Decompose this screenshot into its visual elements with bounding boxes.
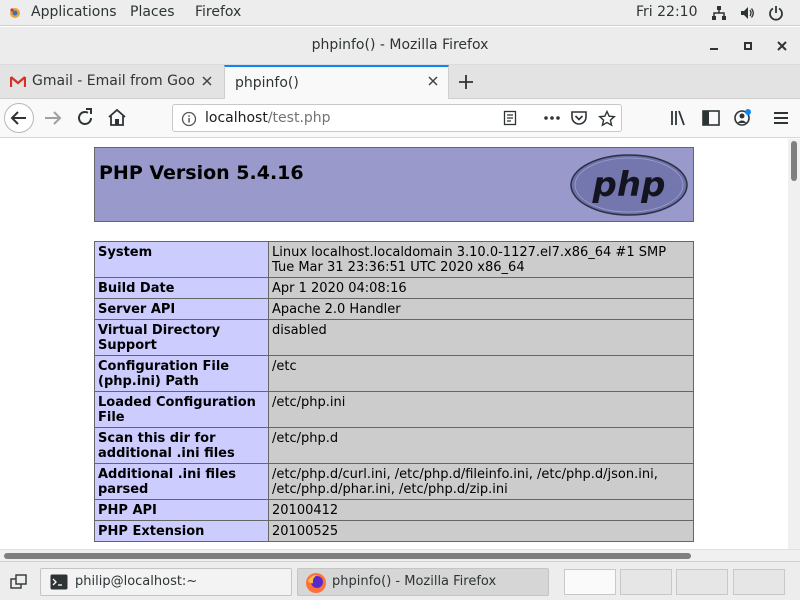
taskbar-terminal[interactable]: philip@localhost:~ <box>40 568 292 596</box>
vertical-scrollbar[interactable] <box>788 139 800 549</box>
applications-menu[interactable]: Applications <box>31 4 117 20</box>
table-row: PHP Extension 20100525 <box>94 520 694 542</box>
workspace-2[interactable] <box>620 569 672 595</box>
navigation-toolbar: localhost/test.php <box>0 99 800 138</box>
table-row: Additional .ini files parsed/etc/php.d/c… <box>94 463 694 500</box>
row-value: /etc/php.d/curl.ini, /etc/php.d/fileinfo… <box>268 463 694 500</box>
tab-strip: Gmail - Email from Google phpinfo() <box>0 65 800 99</box>
row-key: Build Date <box>94 277 269 299</box>
php-version-heading: PHP Version 5.4.16 <box>99 162 304 184</box>
php-info-table: System Linux localhost.localdomain 3.10.0… <box>94 241 694 542</box>
workspace-4[interactable] <box>733 569 785 595</box>
account-icon[interactable] <box>729 105 755 131</box>
window-title: phpinfo() - Mozilla Firefox <box>311 37 489 53</box>
gmail-icon <box>10 76 26 87</box>
php-logo-text: php <box>592 165 666 205</box>
firefox-app-menu[interactable]: Firefox <box>195 4 241 20</box>
table-row: Loaded Configuration File/etc/php.ini <box>94 391 694 428</box>
info-icon[interactable] <box>181 111 197 127</box>
maximize-icon <box>744 42 752 50</box>
gnome-top-bar: Applications Places Firefox Fri 22:10 <box>0 0 800 26</box>
table-row: Build Date Apr 1 2020 04:08:16 <box>94 277 694 299</box>
window-list-taskbar: philip@localhost:~ phpinfo() - Mozilla F… <box>0 561 800 600</box>
power-icon[interactable] <box>768 5 784 21</box>
vertical-scrollbar-thumb[interactable] <box>791 141 797 181</box>
row-key: Additional .ini files parsed <box>94 463 269 500</box>
url-bar[interactable]: localhost/test.php <box>172 104 622 132</box>
back-button[interactable] <box>4 103 34 133</box>
back-arrow-icon <box>10 111 26 125</box>
minimize-button[interactable] <box>705 37 723 55</box>
php-header: PHP Version 5.4.16 php <box>94 147 694 222</box>
window-titlebar[interactable]: phpinfo() - Mozilla Firefox <box>0 27 800 65</box>
close-tab-icon[interactable] <box>426 74 440 88</box>
workspace-1[interactable] <box>564 569 616 595</box>
row-value: /etc <box>268 355 694 392</box>
maximize-button[interactable] <box>739 37 757 55</box>
row-key: Configuration File (php.ini) Path <box>94 355 269 392</box>
url-path: /test.php <box>267 110 331 126</box>
reader-view-icon[interactable] <box>502 110 518 126</box>
row-value: 20100525 <box>268 520 694 542</box>
workspace-3[interactable] <box>676 569 728 595</box>
places-menu[interactable]: Places <box>130 4 175 20</box>
close-icon <box>777 41 787 51</box>
row-value: 20100412 <box>268 499 694 521</box>
page-actions-icon[interactable] <box>543 110 561 126</box>
row-key: PHP API <box>94 499 269 521</box>
tab-label: Gmail - Email from Google <box>32 73 194 89</box>
horizontal-scrollbar[interactable] <box>0 549 800 561</box>
library-icon[interactable] <box>666 105 692 131</box>
tab-phpinfo[interactable]: phpinfo() <box>224 65 449 99</box>
close-tab-icon[interactable] <box>200 74 214 88</box>
table-row: Server API Apache 2.0 Handler <box>94 298 694 320</box>
row-value: Apache 2.0 Handler <box>268 298 694 320</box>
table-row: Scan this dir for additional .ini files /… <box>94 427 694 464</box>
minimize-icon <box>710 48 718 50</box>
pocket-icon[interactable] <box>570 110 588 126</box>
show-desktop-icon[interactable] <box>10 574 28 590</box>
terminal-icon <box>50 574 68 590</box>
page-content[interactable]: PHP Version 5.4.16 php System Linux local… <box>0 139 788 549</box>
taskbar-terminal-label: philip@localhost:~ <box>75 574 198 589</box>
close-window-button[interactable] <box>773 37 791 55</box>
home-button[interactable] <box>104 105 130 131</box>
php-logo: php <box>570 154 688 216</box>
url-text[interactable]: localhost/test.php <box>205 110 331 126</box>
row-value: Apr 1 2020 04:08:16 <box>268 277 694 299</box>
taskbar-firefox-label: phpinfo() - Mozilla Firefox <box>332 574 497 589</box>
forward-button[interactable] <box>40 105 66 131</box>
table-row: System Linux localhost.localdomain 3.10.0… <box>94 241 694 278</box>
table-row: PHP API 20100412 <box>94 499 694 521</box>
row-key: Server API <box>94 298 269 320</box>
reload-button[interactable] <box>72 105 98 131</box>
tab-gmail[interactable]: Gmail - Email from Google <box>0 65 224 99</box>
row-key: Scan this dir for additional .ini files <box>94 427 269 464</box>
tab-label: phpinfo() <box>235 75 299 91</box>
table-row: Virtual Directory Support disabled <box>94 319 694 356</box>
url-host: localhost <box>205 110 268 126</box>
row-key: Virtual Directory Support <box>94 319 269 356</box>
hamburger-menu-icon[interactable] <box>768 105 794 131</box>
volume-icon[interactable] <box>739 5 755 21</box>
row-key: Loaded Configuration File <box>94 391 269 428</box>
row-value: Linux localhost.localdomain 3.10.0-1127.… <box>268 241 694 278</box>
row-value: /etc/php.d <box>268 427 694 464</box>
sidebar-icon[interactable] <box>698 105 724 131</box>
network-icon[interactable] <box>711 5 727 21</box>
horizontal-scrollbar-thumb[interactable] <box>4 553 691 559</box>
row-value: disabled <box>268 319 694 356</box>
row-key: PHP Extension <box>94 520 269 542</box>
firefox-icon <box>306 573 326 593</box>
bookmark-star-icon[interactable] <box>598 110 616 127</box>
applications-icon <box>10 8 20 18</box>
row-key: System <box>94 241 269 278</box>
taskbar-firefox[interactable]: phpinfo() - Mozilla Firefox <box>297 568 549 596</box>
new-tab-icon[interactable] <box>457 73 475 91</box>
table-row: Configuration File (php.ini) Path/etc <box>94 355 694 392</box>
row-value: /etc/php.ini <box>268 391 694 428</box>
clock[interactable]: Fri 22:10 <box>636 4 697 20</box>
